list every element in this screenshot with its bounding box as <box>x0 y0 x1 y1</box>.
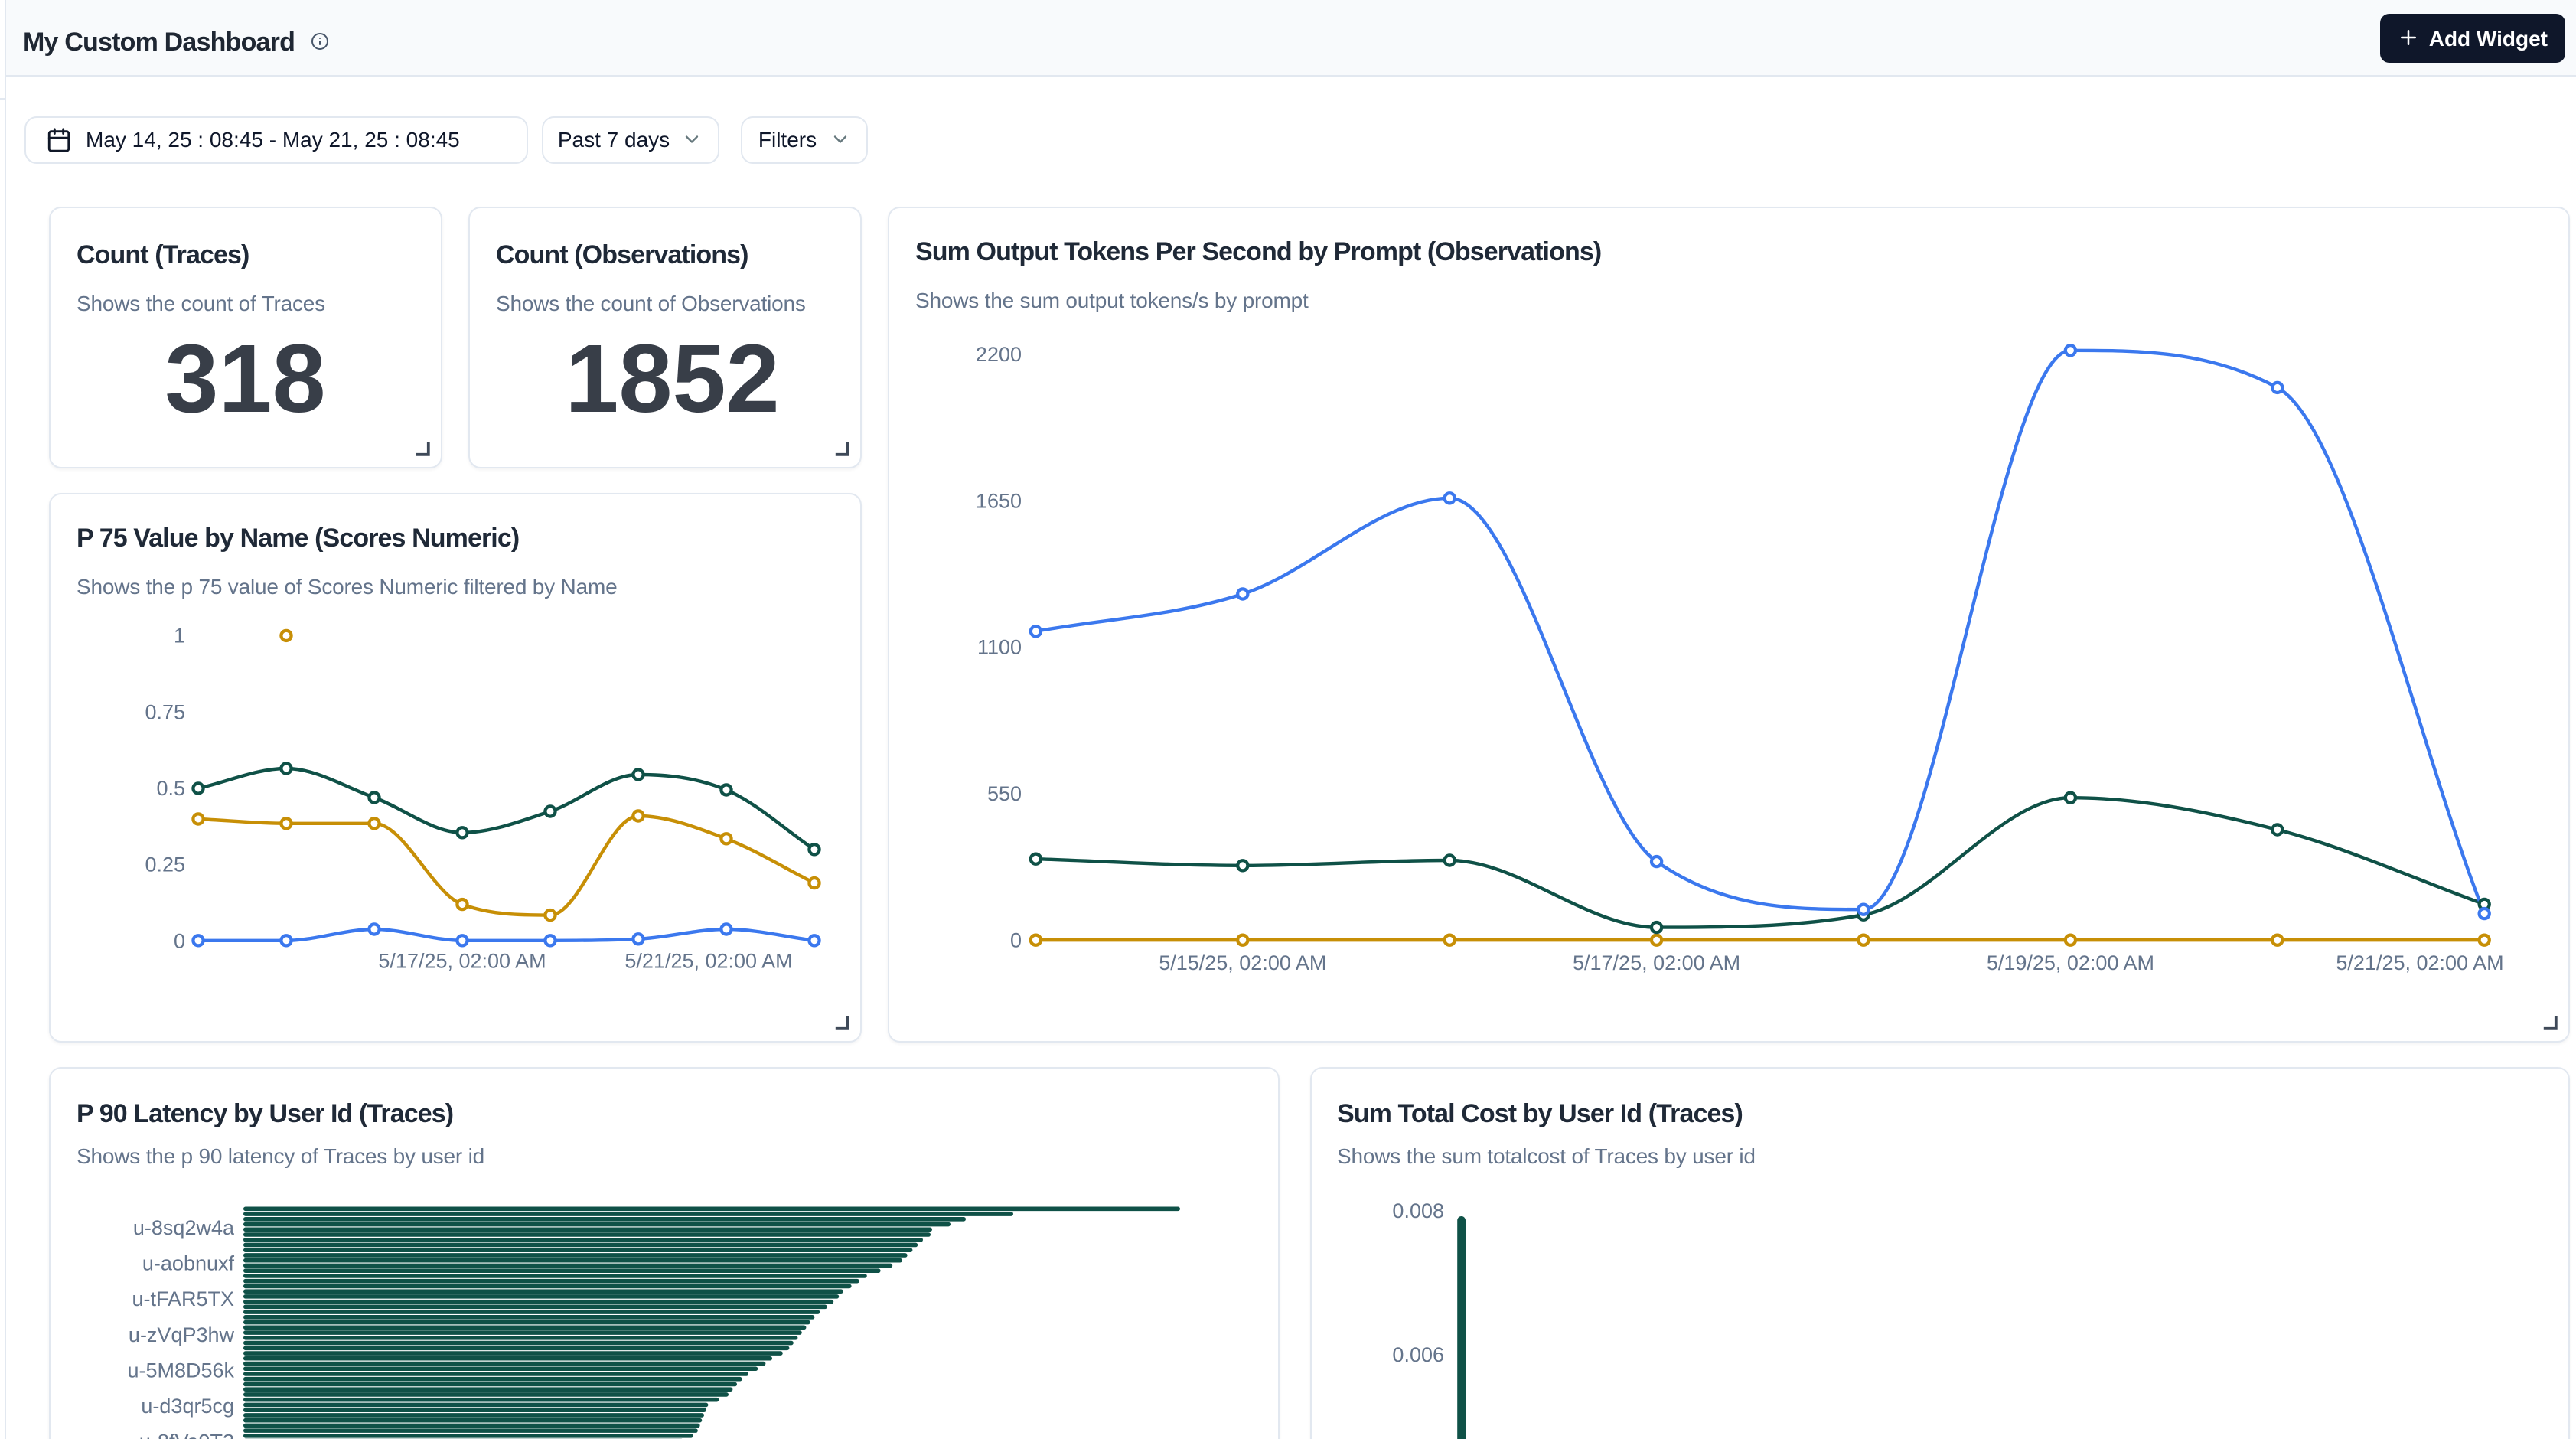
svg-text:1: 1 <box>174 625 185 648</box>
svg-text:2200: 2200 <box>976 343 1022 366</box>
svg-text:5/21/25, 02:00 AM: 5/21/25, 02:00 AM <box>2336 951 2503 974</box>
svg-text:0: 0 <box>174 930 185 953</box>
svg-text:1100: 1100 <box>977 636 1022 659</box>
svg-text:u-8fVa9T3: u-8fVa9T3 <box>139 1431 234 1439</box>
svg-text:0.006: 0.006 <box>1391 1343 1443 1366</box>
svg-text:0.75: 0.75 <box>145 701 185 724</box>
svg-text:u-aobnuxf: u-aobnuxf <box>142 1252 235 1275</box>
svg-text:u-zVqP3hw: u-zVqP3hw <box>129 1323 235 1346</box>
svg-text:u-5M8D56k: u-5M8D56k <box>127 1359 234 1382</box>
svg-text:u-tFAR5TX: u-tFAR5TX <box>132 1287 234 1310</box>
svg-text:5/15/25, 02:00 AM: 5/15/25, 02:00 AM <box>1159 951 1326 974</box>
svg-text:0.008: 0.008 <box>1391 1199 1443 1222</box>
svg-text:0: 0 <box>1010 928 1022 951</box>
svg-text:550: 550 <box>987 782 1022 805</box>
svg-text:0.25: 0.25 <box>145 853 185 876</box>
svg-text:5/19/25, 02:00 AM: 5/19/25, 02:00 AM <box>1987 951 2154 974</box>
svg-text:0.5: 0.5 <box>156 778 185 801</box>
svg-text:u-d3qr5cg: u-d3qr5cg <box>141 1395 234 1418</box>
svg-text:u-8sq2w4a: u-8sq2w4a <box>133 1216 235 1239</box>
svg-text:5/21/25, 02:00 AM: 5/21/25, 02:00 AM <box>624 950 792 973</box>
svg-text:5/17/25, 02:00 AM: 5/17/25, 02:00 AM <box>1573 951 1740 974</box>
svg-text:1650: 1650 <box>976 489 1022 512</box>
svg-text:5/17/25, 02:00 AM: 5/17/25, 02:00 AM <box>378 950 546 973</box>
